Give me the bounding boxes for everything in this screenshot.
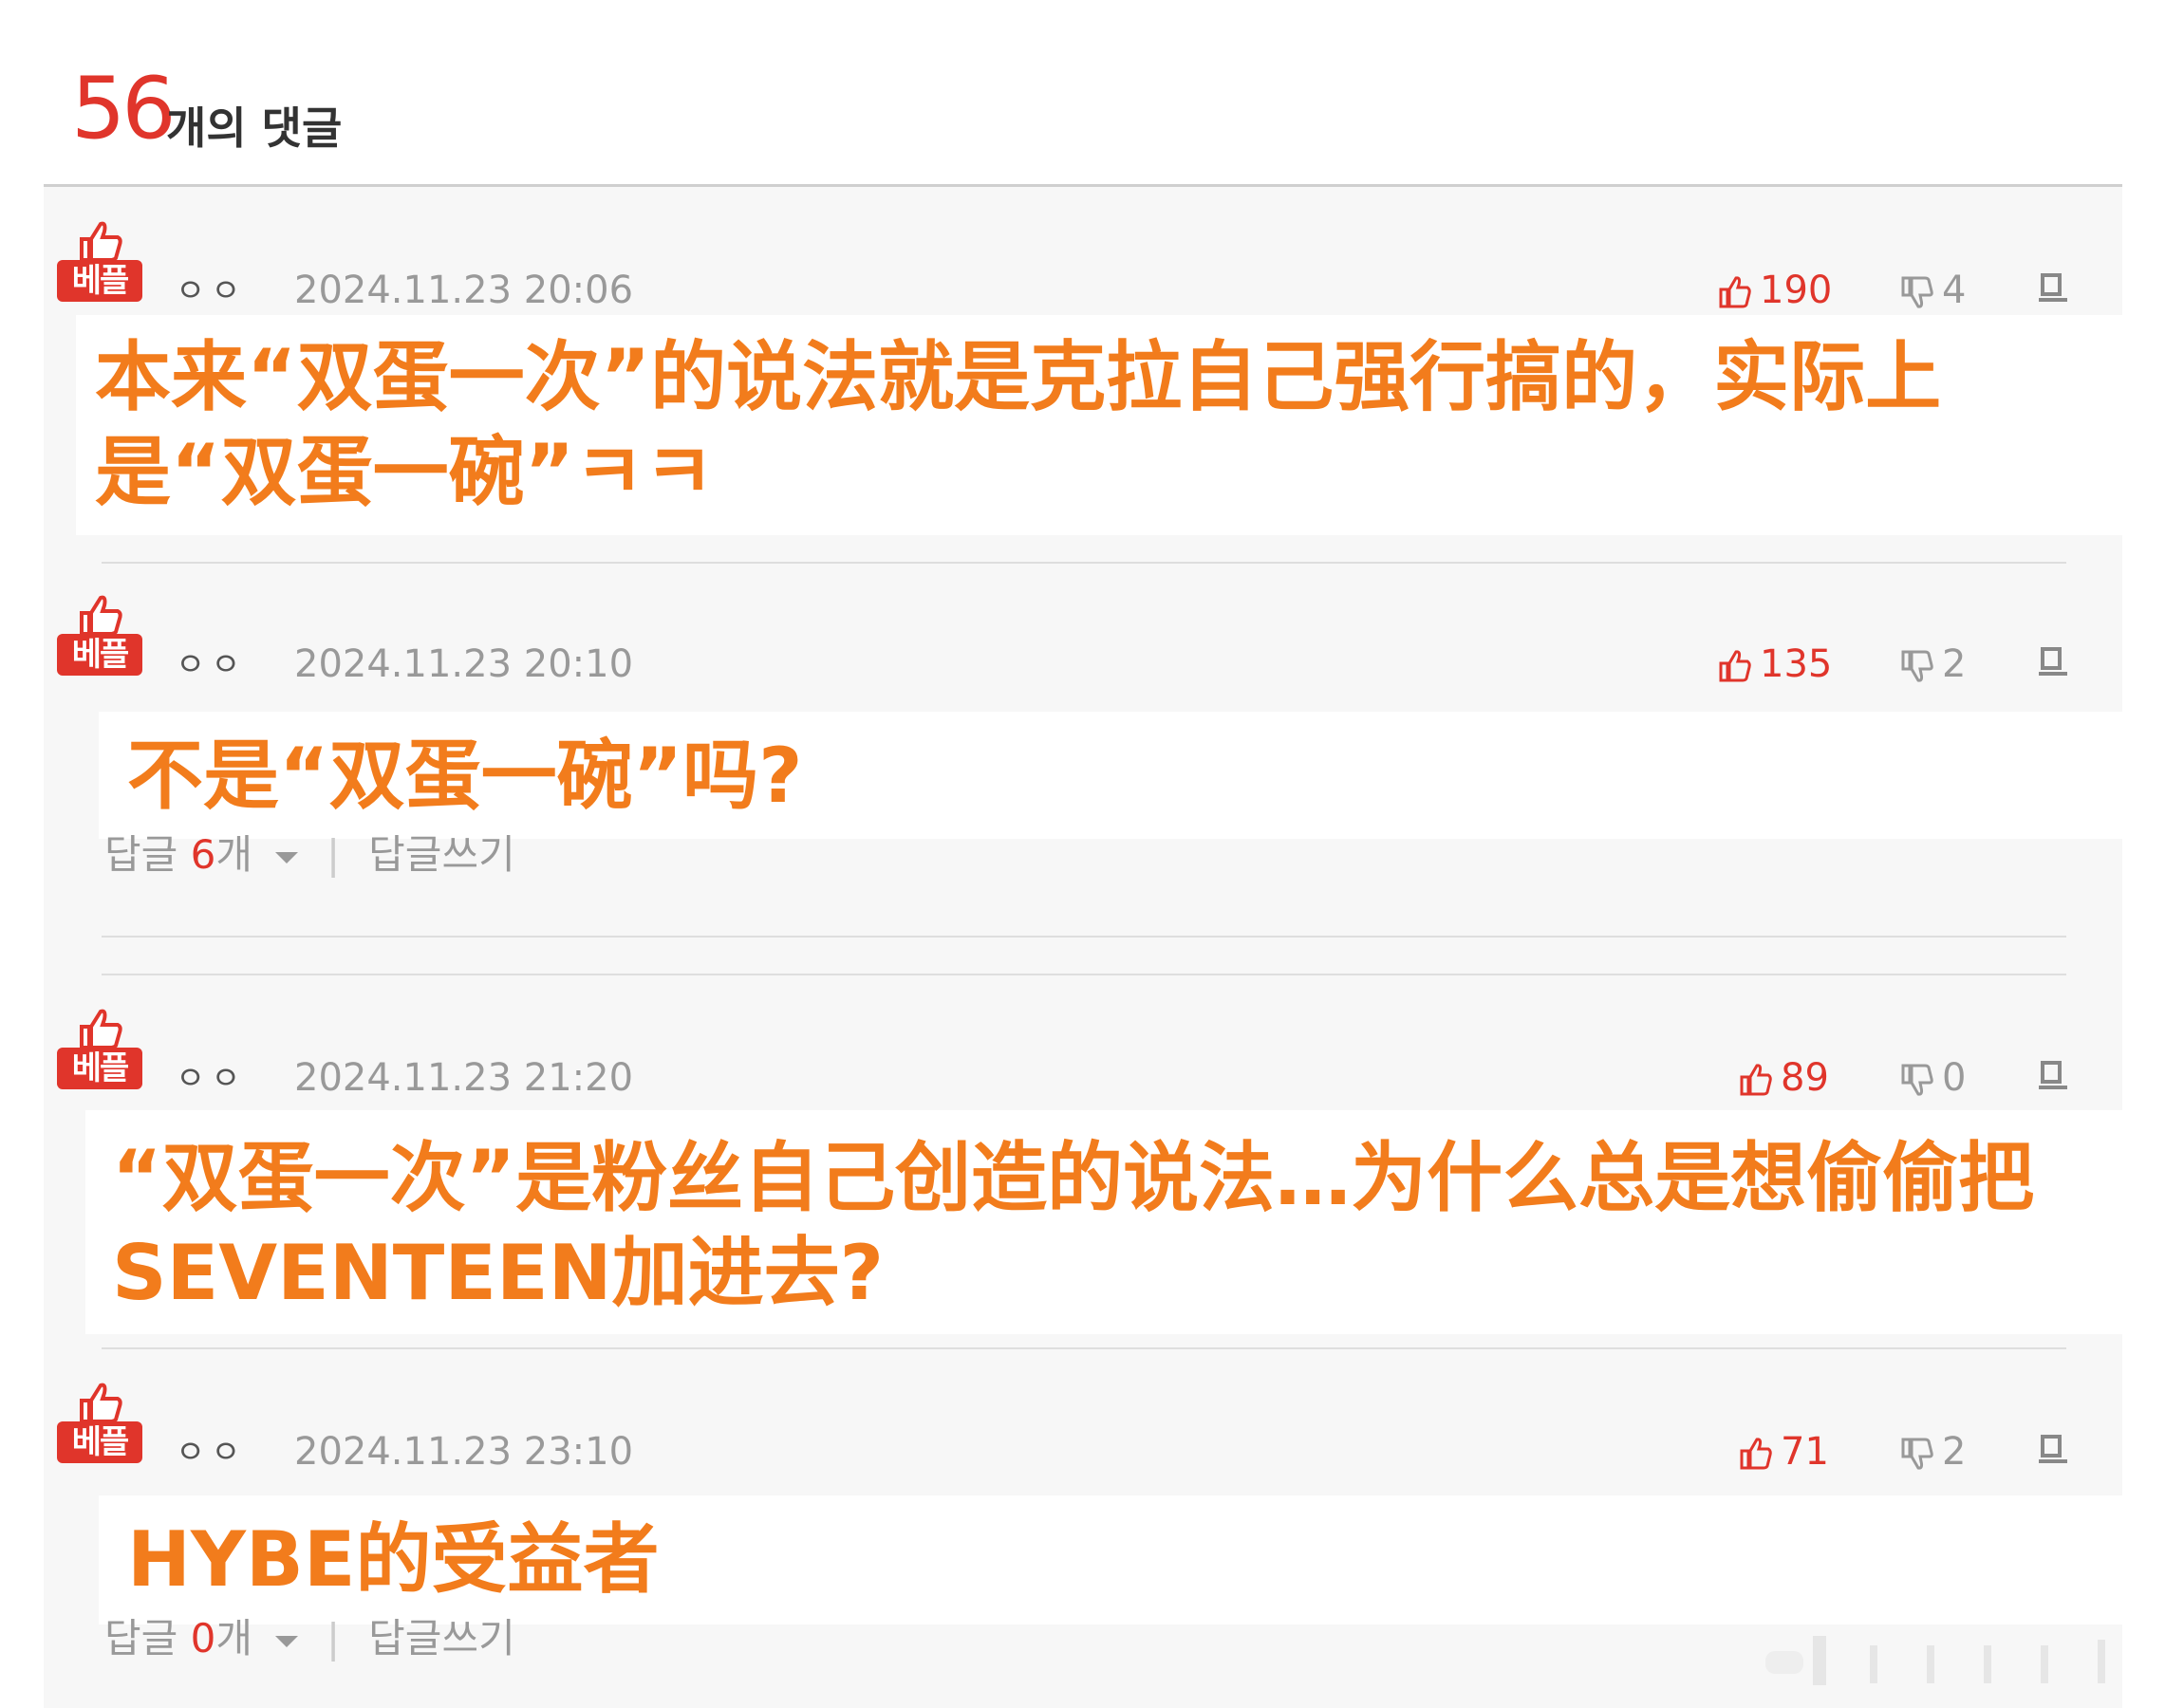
downvote-count: 4 [1942, 269, 1967, 312]
reply-count: 6 [190, 831, 216, 878]
thumbs-up-icon [1740, 1438, 1772, 1470]
thumbs-up-icon [1740, 1064, 1772, 1096]
best-badge-label: 베플 [57, 1048, 142, 1089]
reply-count: 0 [190, 1615, 216, 1662]
best-badge-label: 베플 [57, 1421, 142, 1463]
report-icon[interactable] [2037, 1059, 2069, 1091]
upvote-count: 135 [1760, 642, 1833, 686]
reply-unit: 개 [215, 1615, 253, 1662]
comment-divider [102, 936, 2066, 938]
report-icon[interactable] [2037, 271, 2069, 304]
comment-author: ㅇㅇ [176, 646, 247, 684]
comment-date: 2024.11.23 20:06 [294, 269, 634, 312]
write-reply-link[interactable]: 답글쓰기 [368, 1615, 515, 1662]
thumbs-up-icon [1719, 276, 1751, 308]
upvote-count: 71 [1781, 1430, 1829, 1474]
comment-date: 2024.11.23 20:10 [294, 642, 634, 686]
comment-divider [102, 1347, 2066, 1349]
caret-down-icon [275, 1635, 299, 1647]
thumbs-up-icon [80, 221, 122, 262]
reply-bar: 답글 6개 | 답글쓰기 [104, 835, 515, 875]
downvote-count: 2 [1942, 1430, 1967, 1474]
thumbs-up-icon [80, 1009, 122, 1049]
upvote-count: 89 [1781, 1056, 1829, 1100]
thumbs-down-icon [1901, 1064, 1933, 1096]
downvote-button[interactable]: 2 [1900, 645, 1966, 683]
comment-author: ㅇㅇ [176, 1434, 247, 1472]
comment-author: ㅇㅇ [176, 1060, 247, 1098]
separator: | [327, 1615, 341, 1662]
comment-date: 2024.11.23 21:20 [294, 1056, 634, 1100]
best-badge: 베플 [57, 220, 142, 306]
watermark-logo [1765, 1636, 2105, 1685]
best-badge-label: 베플 [57, 634, 142, 676]
thumbs-down-icon [1901, 1438, 1933, 1470]
report-icon[interactable] [2037, 645, 2069, 678]
reply-toggle[interactable]: 답글 6개 [104, 831, 299, 878]
upvote-button[interactable]: 135 [1718, 645, 1832, 683]
thumbs-up-icon [80, 595, 122, 636]
best-badge: 베플 [57, 1008, 142, 1093]
downvote-button[interactable]: 2 [1900, 1433, 1966, 1471]
best-badge-label: 베플 [57, 260, 142, 302]
best-badge: 베플 [57, 594, 142, 679]
reply-label: 답글 [104, 1615, 178, 1662]
comment-text: 本来“双蛋一次”的说法就是克拉自己强行搞的，实际上是“双蛋一碗”ㅋㅋ [76, 315, 2122, 535]
comment-text: 不是“双蛋一碗”吗? [99, 712, 2122, 839]
comment-date: 2024.11.23 23:10 [294, 1430, 634, 1474]
caret-down-icon [275, 851, 299, 863]
reply-unit: 개 [215, 831, 253, 878]
report-icon[interactable] [2037, 1433, 2069, 1465]
comment-divider [102, 562, 2066, 564]
upvote-count: 190 [1760, 269, 1833, 312]
downvote-button[interactable]: 0 [1900, 1059, 1966, 1097]
upvote-button[interactable]: 89 [1739, 1059, 1829, 1097]
best-badge: 베플 [57, 1382, 142, 1467]
downvote-button[interactable]: 4 [1900, 271, 1966, 309]
upvote-button[interactable]: 190 [1718, 271, 1832, 309]
downvote-count: 2 [1942, 642, 1967, 686]
thumbs-down-icon [1901, 650, 1933, 682]
thumbs-up-icon [80, 1383, 122, 1423]
separator: | [327, 831, 341, 878]
comment-count-label: 개의 댓글 [166, 102, 343, 154]
comment-author: ㅇㅇ [176, 272, 247, 310]
reply-toggle[interactable]: 답글 0개 [104, 1615, 299, 1662]
thumbs-down-icon [1901, 276, 1933, 308]
write-reply-link[interactable]: 답글쓰기 [368, 831, 515, 878]
reply-label: 답글 [104, 831, 178, 878]
comment-count: 56 [71, 59, 177, 158]
downvote-count: 0 [1942, 1056, 1967, 1100]
comment-text: HYBE的受益者 [99, 1495, 2122, 1624]
comment-text: “双蛋一次”是粉丝自己创造的说法…为什么总是想偷偷把SEVENTEEN加进去? [85, 1110, 2122, 1334]
reply-bar: 답글 0개 | 답글쓰기 [104, 1619, 515, 1659]
upvote-button[interactable]: 71 [1739, 1433, 1829, 1471]
thumbs-up-icon [1719, 650, 1751, 682]
comment-divider [102, 974, 2066, 975]
